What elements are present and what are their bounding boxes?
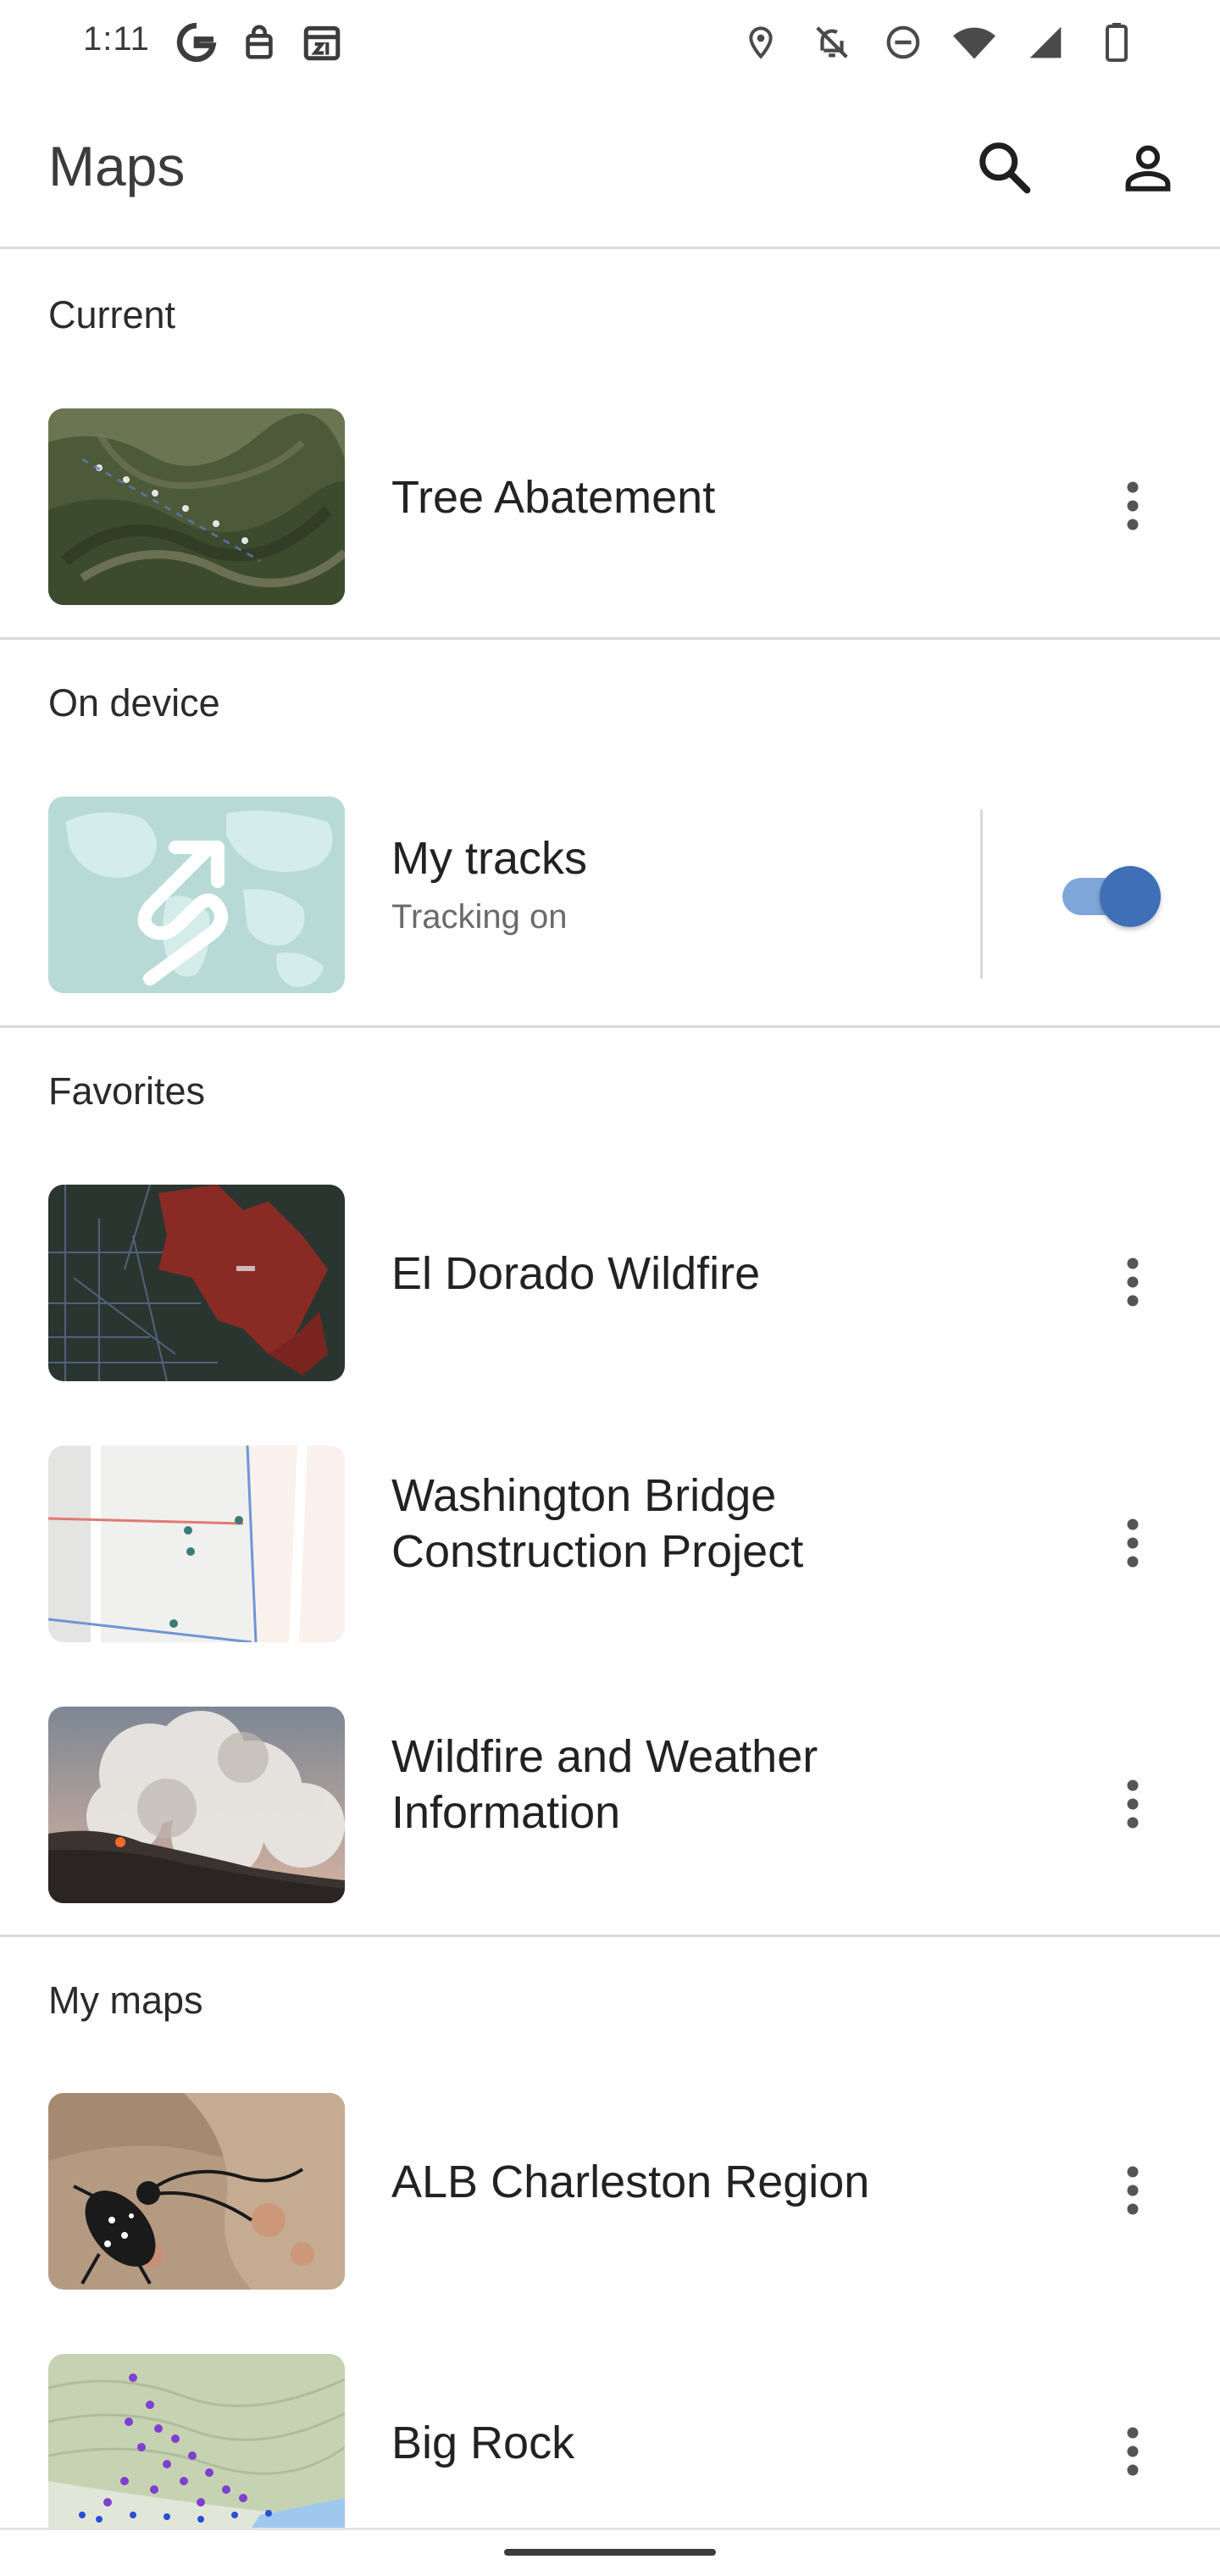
list-item[interactable]: Big Rock (0, 2329, 1220, 2557)
google-icon (175, 19, 219, 66)
app-bar: Maps (0, 85, 1220, 249)
more-options-button[interactable] (1103, 2144, 1162, 2237)
search-button[interactable] (964, 127, 1045, 208)
tracking-toggle[interactable] (1062, 863, 1162, 929)
status-bar: 1:11 (0, 0, 1220, 85)
page-title: Maps (48, 135, 186, 197)
shopping-bag-icon (237, 19, 281, 66)
map-thumbnail (48, 2354, 345, 2528)
account-icon (1125, 145, 1171, 192)
more-vert-icon (1127, 2427, 1139, 2476)
divider (0, 1935, 1220, 1937)
list-item[interactable]: Wildfire and Weather Information (0, 1681, 1220, 1910)
more-vert-icon (1127, 1257, 1139, 1307)
item-title: Tree Abatement (391, 472, 716, 523)
item-title: El Dorado Wildfire (391, 1248, 761, 1299)
divider (0, 2528, 1220, 2530)
notifications-off-icon (810, 19, 854, 66)
world-map-track-icon (48, 797, 345, 993)
map-thumbnail (48, 1185, 345, 1381)
list-item[interactable]: Tree Abatement (0, 383, 1220, 612)
section-title-current: Current (48, 293, 176, 336)
list-item[interactable]: ALB Charleston Region (0, 2068, 1220, 2296)
list-item[interactable]: El Dorado Wildfire (0, 1159, 1220, 1388)
item-title: My tracks (391, 833, 588, 884)
more-vert-icon (1127, 1779, 1139, 1829)
divider (0, 637, 1220, 640)
item-title-line-1: Washington Bridge Construction Project (391, 1470, 804, 1577)
search-icon (979, 142, 1031, 194)
section-title-my-maps: My maps (48, 1979, 203, 2022)
section-title-on-device: On device (48, 681, 220, 724)
item-title: Wildfire and Weather Information (391, 1729, 818, 1840)
more-options-button[interactable] (1103, 1496, 1162, 1590)
status-time: 1:11 (83, 20, 150, 58)
toggle-knob (1100, 866, 1161, 927)
battery-icon (1095, 19, 1139, 66)
item-subtitle: Tracking on (391, 898, 568, 935)
signal-icon (1023, 19, 1068, 66)
map-thumbnail (48, 1446, 345, 1642)
wifi-icon (952, 19, 996, 66)
more-vert-icon (1127, 1518, 1139, 1568)
more-options-button[interactable] (1103, 2405, 1162, 2498)
more-options-button[interactable] (1103, 1757, 1162, 1851)
calendar-icon (300, 19, 344, 66)
vertical-divider (980, 809, 983, 979)
account-button[interactable] (1107, 127, 1189, 208)
item-title: Big Rock (391, 2418, 575, 2468)
map-thumbnail (48, 1707, 345, 1903)
item-title: ALB Charleston Region (391, 2157, 870, 2207)
more-options-button[interactable] (1103, 1235, 1162, 1329)
map-thumbnail (48, 408, 345, 605)
do-not-disturb-icon (881, 19, 925, 66)
map-thumbnail (48, 2093, 345, 2290)
gesture-nav-handle[interactable] (504, 2549, 716, 2556)
item-title: Washington Bridge Construction Project (391, 1468, 803, 1579)
more-vert-icon (1127, 2166, 1139, 2215)
more-options-button[interactable] (1103, 459, 1162, 552)
item-title-line-1: Wildfire and Weather Information (391, 1731, 818, 1838)
section-title-favorites: Favorites (48, 1069, 206, 1113)
list-item[interactable]: Washington Bridge Construction Project (0, 1420, 1220, 1649)
location-icon (739, 19, 783, 66)
more-vert-icon (1127, 481, 1139, 530)
divider (0, 1025, 1220, 1028)
list-item[interactable]: My tracks Tracking on (0, 771, 1220, 1000)
